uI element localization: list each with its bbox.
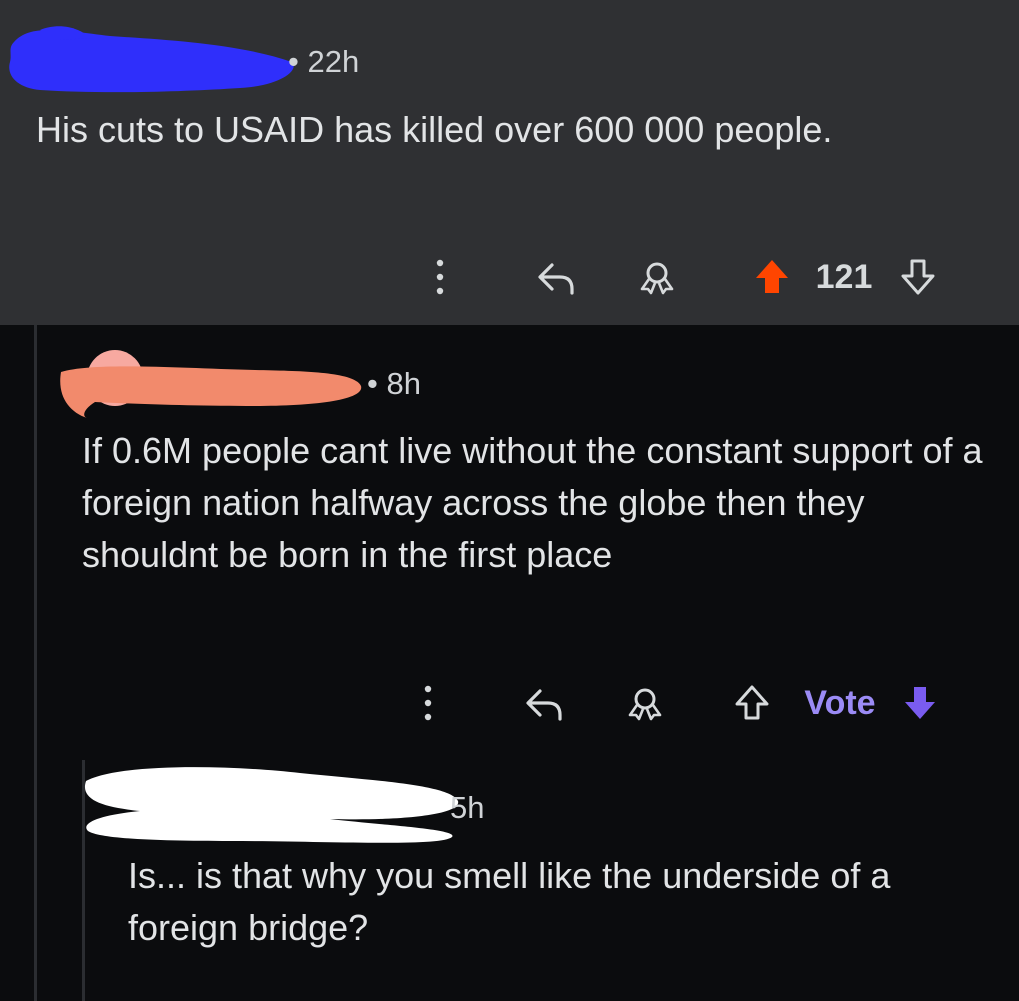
more-vertical-icon (424, 685, 432, 721)
reply-icon (538, 263, 574, 295)
downvote-button[interactable] (896, 247, 940, 307)
upvote-icon (735, 685, 769, 720)
comment-1: • 22h His cuts to USAID has killed over … (0, 0, 1019, 325)
comment-3-time: 5h (450, 790, 485, 825)
award-button[interactable] (632, 247, 682, 307)
award-icon (640, 262, 674, 295)
username-redaction (60, 350, 362, 418)
more-vertical-icon (436, 259, 444, 295)
comment-1-time: 22h (307, 44, 360, 79)
downvote-icon (905, 687, 935, 719)
downvote-button[interactable] (898, 673, 942, 733)
comment-2-time: 8h (386, 366, 421, 401)
downvote-icon (901, 259, 935, 295)
thread-line-level-1 (34, 325, 37, 1001)
dot-separator: • (288, 44, 299, 79)
comment-2-meta: • 8h (367, 366, 421, 402)
username-redaction (9, 26, 294, 93)
reply-icon (526, 689, 562, 721)
comment-2-body: If 0.6M people cant live without the con… (82, 430, 983, 575)
comment-1-meta: • 22h (288, 44, 359, 80)
award-icon (628, 688, 662, 721)
award-button[interactable] (620, 673, 670, 733)
comment-1-actions: 121 (420, 247, 960, 307)
more-options-button[interactable] (420, 247, 460, 307)
vote-label: Vote (804, 683, 876, 722)
reply-button[interactable] (520, 673, 570, 733)
upvote-icon (756, 260, 788, 293)
upvote-button[interactable] (750, 247, 794, 307)
comment-3-meta: 5h (450, 790, 484, 826)
dot-separator: • (367, 366, 378, 401)
more-options-button[interactable] (408, 673, 448, 733)
reply-button[interactable] (532, 247, 582, 307)
comment-2-actions: Vote (408, 673, 958, 733)
username-redaction (84, 767, 459, 843)
upvote-button[interactable] (730, 673, 774, 733)
comment-1-body: His cuts to USAID has killed over 600 00… (36, 109, 833, 150)
comment-1-score: 121 (815, 257, 873, 296)
comment-3-body: Is... is that why you smell like the und… (128, 855, 891, 948)
